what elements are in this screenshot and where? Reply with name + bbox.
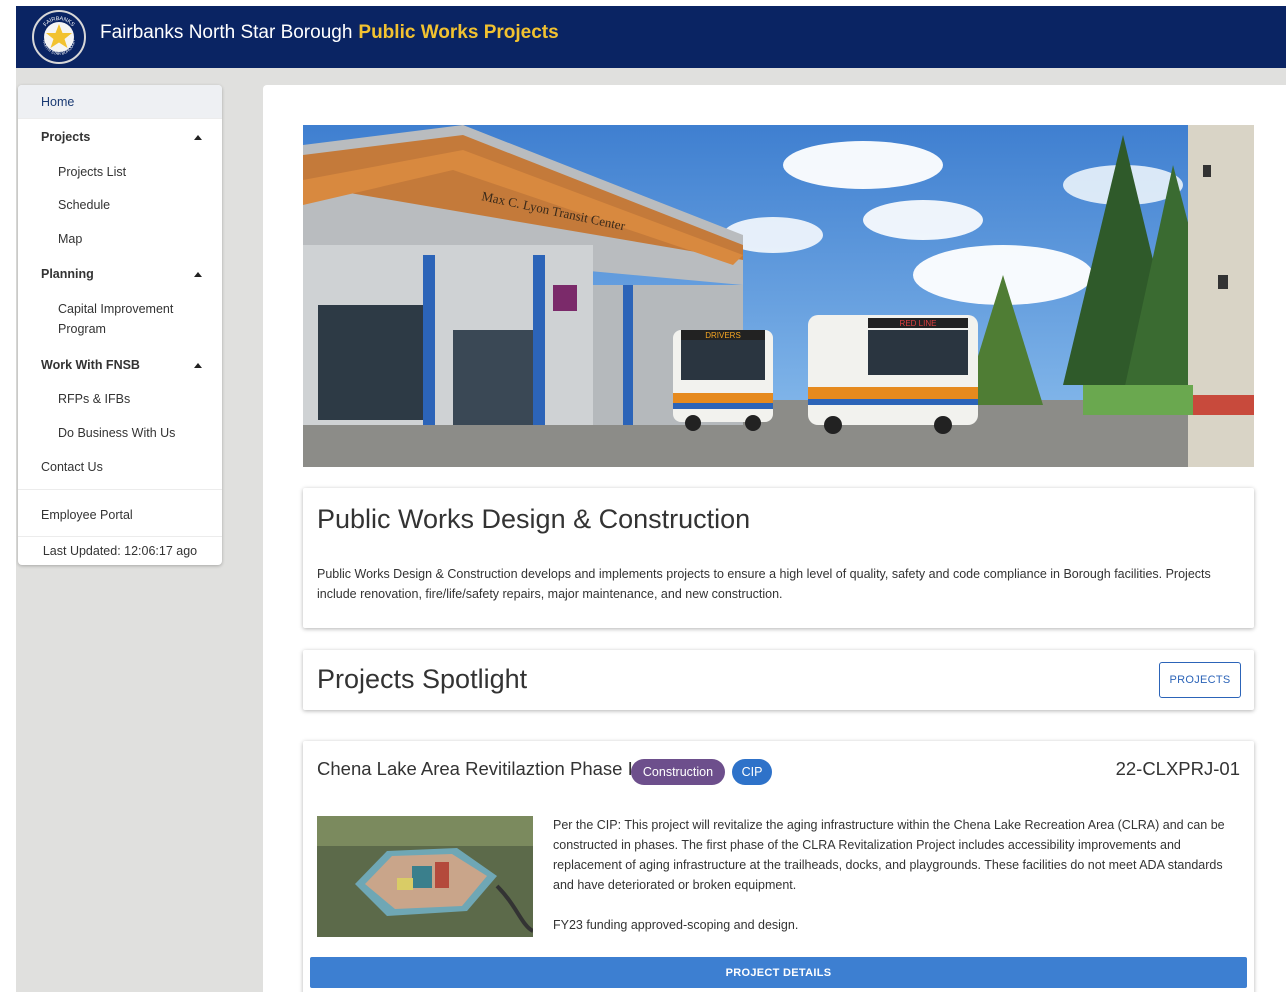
sidebar-item-label: Planning	[41, 267, 94, 281]
sidebar-nav: Home Projects Projects List Schedule Map…	[18, 85, 222, 565]
divider	[18, 118, 222, 119]
sidebar-item-capital-improvement-program[interactable]: Capital Improvement Program	[18, 292, 222, 344]
sidebar-item-label: RFPs & IFBs	[58, 392, 131, 406]
status-badge-construction: Construction	[631, 759, 725, 785]
sidebar-item-label: Map	[58, 232, 83, 246]
sidebar-section-planning[interactable]: Planning	[18, 257, 222, 291]
hero-image-transit-center: Max C. Lyon Transit Center DRIVERS RED L…	[303, 125, 1254, 467]
chevron-up-icon	[194, 135, 202, 140]
intro-description: Public Works Design & Construction devel…	[317, 567, 1211, 601]
header-title[interactable]: Fairbanks North Star Borough Public Works…	[100, 22, 559, 44]
section-title: Projects Spotlight	[317, 664, 528, 694]
sidebar-item-label: Program	[58, 322, 106, 336]
sidebar-item-do-business[interactable]: Do Business With Us	[18, 416, 222, 449]
sidebar-item-label: Projects List	[58, 165, 127, 179]
last-updated-text: Last Updated: 12:06:17 ago	[42, 544, 198, 558]
sidebar-item-home[interactable]: Home	[18, 85, 222, 118]
main-content: Max C. Lyon Transit Center DRIVERS RED L…	[263, 85, 1286, 992]
sidebar-item-label: Home	[41, 95, 75, 109]
sidebar-section-projects[interactable]: Projects	[18, 120, 222, 154]
sidebar-item-map[interactable]: Map	[18, 222, 222, 255]
intro-card: Public Works Design & Construction Publi…	[303, 488, 1254, 628]
top-bar: FAIRBANKS NORTH STAR BOROUGH Fairbanks N…	[16, 6, 1286, 68]
project-thumbnail-playground	[317, 816, 533, 937]
project-title[interactable]: Chena Lake Area Revitilaztion Phase I	[317, 758, 633, 780]
sidebar-item-label: Schedule	[58, 198, 111, 212]
project-id: 22-CLXPRJ-01	[1115, 758, 1240, 779]
projects-spotlight-card: Projects Spotlight PROJECTS	[303, 650, 1254, 710]
borough-seal-logo[interactable]: FAIRBANKS NORTH STAR BOROUGH	[32, 10, 86, 64]
divider	[18, 489, 222, 490]
sidebar-item-label: Work With FNSB	[41, 358, 140, 372]
project-details-button[interactable]: PROJECT DETAILS	[310, 957, 1247, 988]
chevron-up-icon	[194, 272, 202, 277]
sidebar-item-label: Contact Us	[41, 460, 103, 474]
chevron-up-icon	[194, 363, 202, 368]
sidebar-item-projects-list[interactable]: Projects List	[18, 155, 222, 188]
project-funding-text: FY23 funding approved-scoping and design…	[553, 918, 799, 932]
sidebar-item-label: Do Business With Us	[58, 426, 176, 440]
app-frame: FAIRBANKS NORTH STAR BOROUGH Fairbanks N…	[16, 6, 1286, 992]
sidebar-item-label: Employee Portal	[41, 508, 133, 522]
divider	[18, 536, 222, 537]
bus-destination-sign: DRIVERS	[705, 331, 741, 340]
section-title: Public Works Design & Construction	[317, 504, 751, 534]
projects-button[interactable]: PROJECTS	[1159, 662, 1241, 698]
app-name: Public Works Projects	[358, 22, 559, 43]
sidebar-item-label: Projects	[41, 130, 91, 144]
project-card: Chena Lake Area Revitilaztion Phase I Co…	[303, 741, 1254, 992]
project-description: Per the CIP: This project will revitaliz…	[553, 815, 1243, 935]
project-description-text: Per the CIP: This project will revitaliz…	[553, 818, 1225, 892]
sidebar-item-contact-us[interactable]: Contact Us	[18, 450, 222, 483]
status-badge-cip: CIP	[732, 759, 772, 785]
org-name: Fairbanks North Star Borough	[100, 22, 353, 43]
sidebar-item-schedule[interactable]: Schedule	[18, 188, 222, 221]
bus-destination-sign: RED LINE	[900, 319, 937, 328]
sidebar-item-employee-portal[interactable]: Employee Portal	[18, 498, 222, 531]
sidebar-section-work-with-fnsb[interactable]: Work With FNSB	[18, 348, 222, 382]
sidebar-item-rfps-ifbs[interactable]: RFPs & IFBs	[18, 382, 222, 415]
sidebar-item-label: Capital Improvement	[58, 302, 174, 316]
